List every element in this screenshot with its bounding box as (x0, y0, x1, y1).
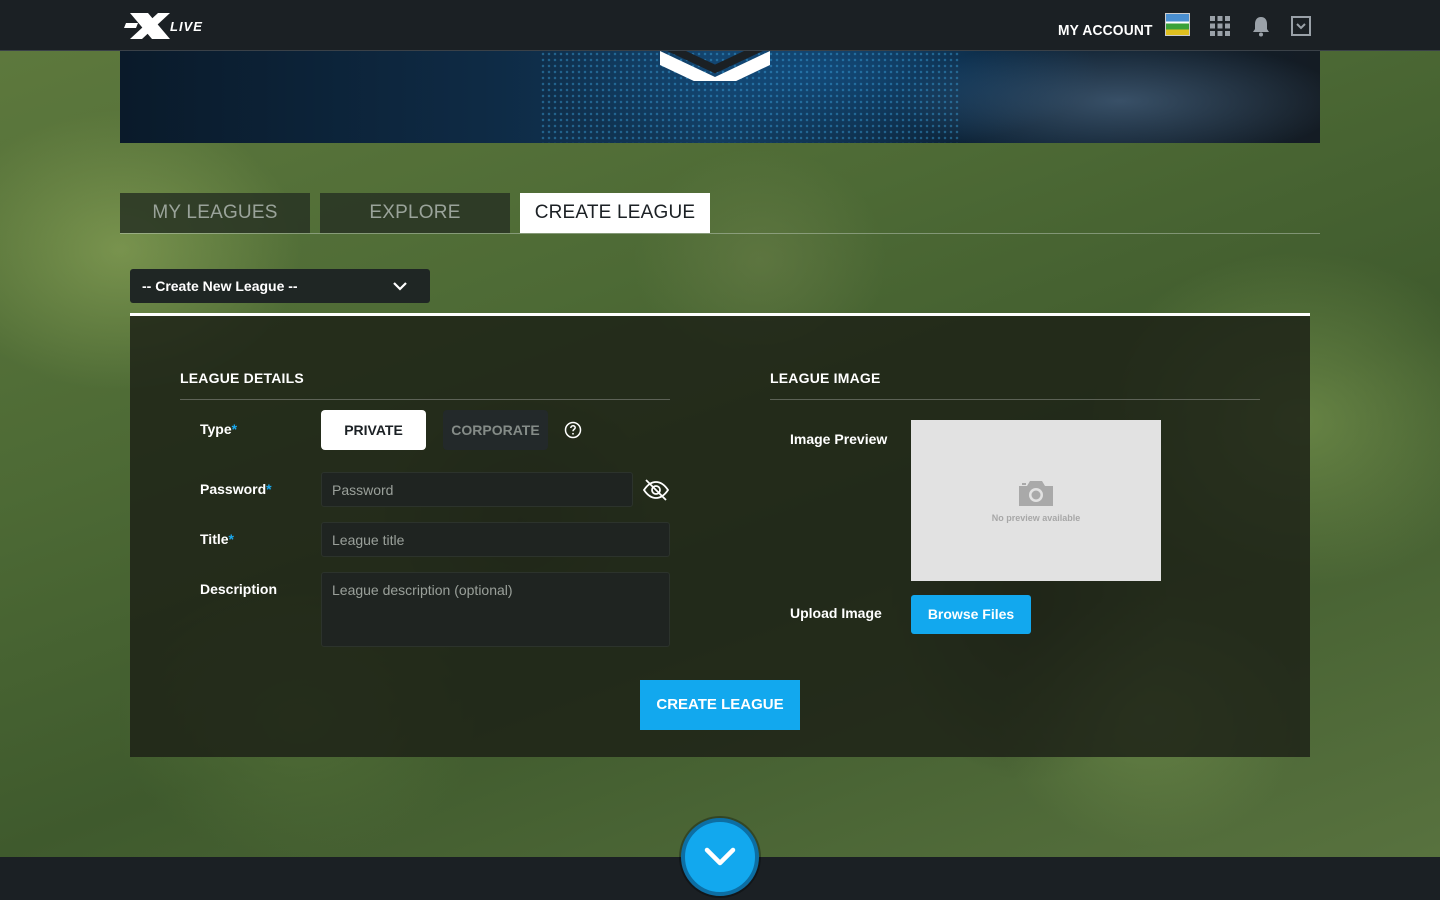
chevron-down-icon (704, 847, 736, 866)
flag-icon[interactable] (1165, 13, 1190, 36)
league-tabs: MY LEAGUES EXPLORE CREATE LEAGUE (120, 193, 1320, 234)
league-select-dropdown[interactable]: -- Create New League -- (130, 269, 430, 303)
title-label: Title* (200, 531, 234, 547)
password-input[interactable]: Password (321, 472, 633, 507)
dropdown-box-icon[interactable] (1290, 15, 1312, 37)
title-input[interactable]: League title (321, 522, 670, 557)
browse-files-button[interactable]: Browse Files (911, 595, 1031, 634)
eye-slash-icon[interactable] (642, 478, 670, 502)
apps-grid-icon[interactable] (1209, 15, 1231, 37)
svg-text:LIVE: LIVE (170, 19, 203, 34)
type-label: Type* (200, 421, 238, 437)
camera-icon (1019, 481, 1053, 506)
create-league-button[interactable]: CREATE LEAGUE (640, 680, 800, 730)
top-navigation-bar: LIVE MY ACCOUNT (0, 0, 1440, 51)
type-corporate-button[interactable]: CORPORATE (443, 410, 548, 450)
league-image-divider (770, 399, 1260, 400)
tab-create-league[interactable]: CREATE LEAGUE (520, 193, 710, 233)
type-private-button[interactable]: PRIVATE (321, 410, 426, 450)
league-select-value: -- Create New League -- (142, 278, 298, 294)
league-details-divider (180, 399, 670, 400)
league-image-title: LEAGUE IMAGE (770, 370, 881, 386)
password-label: Password* (200, 481, 272, 497)
league-details-title: LEAGUE DETAILS (180, 370, 304, 386)
image-preview-label: Image Preview (790, 431, 888, 447)
hero-banner (120, 51, 1320, 143)
description-label: Description (200, 581, 278, 597)
upload-image-label: Upload Image (790, 605, 882, 621)
banner-chevron-shape (660, 51, 770, 81)
my-account-link[interactable]: MY ACCOUNT (1058, 22, 1153, 39)
bell-icon[interactable] (1250, 15, 1272, 37)
description-placeholder: League description (optional) (332, 582, 513, 598)
no-preview-text: No preview available (991, 513, 1081, 523)
create-league-panel: LEAGUE DETAILS Type* PRIVATE CORPORATE P… (130, 313, 1310, 757)
help-circle-icon[interactable] (564, 421, 582, 439)
scroll-down-button[interactable] (681, 818, 759, 896)
chevron-down-icon (393, 282, 407, 291)
tab-my-leagues[interactable]: MY LEAGUES (120, 193, 310, 233)
fsx-live-logo[interactable]: LIVE (120, 9, 220, 43)
description-textarea[interactable]: League description (optional) (321, 572, 670, 647)
title-placeholder: League title (332, 532, 405, 548)
image-preview-box: No preview available (911, 420, 1161, 581)
tab-explore[interactable]: EXPLORE (320, 193, 510, 233)
password-placeholder: Password (332, 482, 394, 498)
